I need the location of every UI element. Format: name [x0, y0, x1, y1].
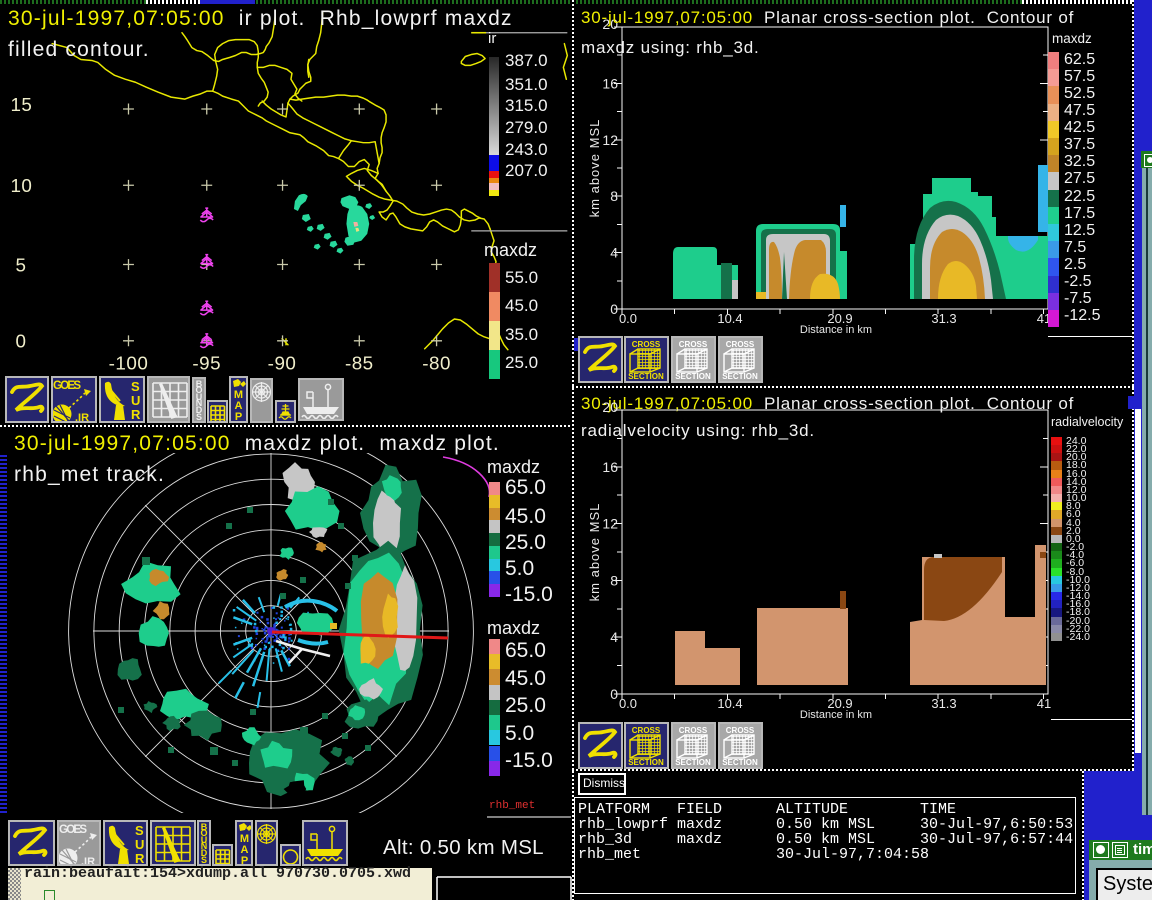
- svg-text:SECTION: SECTION: [722, 758, 758, 767]
- svg-text:R: R: [131, 407, 141, 421]
- svg-text:31.3: 31.3: [931, 696, 956, 711]
- svg-text:10: 10: [10, 175, 32, 196]
- svg-text:SECTION: SECTION: [722, 372, 758, 381]
- svg-text:P: P: [241, 855, 248, 864]
- svg-text:GOES: GOES: [59, 824, 87, 836]
- svg-text:CROSS: CROSS: [679, 340, 708, 349]
- svg-text:-100: -100: [109, 353, 149, 374]
- svg-text:-80: -80: [422, 353, 451, 374]
- svg-text:.IR: .IR: [75, 412, 89, 421]
- svg-text:16: 16: [602, 459, 618, 475]
- svg-text:-90: -90: [268, 353, 297, 374]
- svg-text:km above MSL: km above MSL: [587, 503, 602, 602]
- svg-text:S: S: [135, 823, 144, 838]
- svg-text:0: 0: [15, 331, 26, 352]
- svg-text:CROSS: CROSS: [679, 726, 708, 735]
- svg-text:4: 4: [610, 629, 618, 645]
- svg-text:0.0: 0.0: [619, 696, 637, 711]
- svg-text:0: 0: [610, 686, 618, 702]
- svg-text:10.4: 10.4: [717, 696, 742, 711]
- svg-text:S: S: [196, 412, 202, 421]
- svg-text:GOES: GOES: [53, 380, 81, 392]
- svg-text:15: 15: [10, 94, 32, 115]
- svg-text:CROSS: CROSS: [726, 340, 755, 349]
- svg-text:CROSS: CROSS: [632, 726, 661, 735]
- svg-text:CROSS: CROSS: [726, 726, 755, 735]
- svg-text:SECTION: SECTION: [628, 372, 664, 381]
- svg-text:-85: -85: [345, 353, 374, 374]
- svg-text:CROSS: CROSS: [632, 340, 661, 349]
- svg-text:SECTION: SECTION: [675, 758, 711, 767]
- svg-text:8: 8: [610, 572, 618, 588]
- svg-text:20: 20: [602, 399, 618, 415]
- svg-text:SECTION: SECTION: [675, 372, 711, 381]
- svg-text:5: 5: [15, 254, 26, 275]
- svg-text:U: U: [131, 393, 140, 408]
- svg-text:41: 41: [1037, 696, 1051, 711]
- svg-text:.IR: .IR: [81, 856, 95, 864]
- svg-text:U: U: [135, 837, 144, 852]
- svg-text:S: S: [131, 379, 140, 394]
- svg-text:12: 12: [602, 516, 618, 532]
- svg-text:-95: -95: [192, 353, 221, 374]
- svg-text:P: P: [235, 411, 242, 421]
- svg-text:Distance in km: Distance in km: [800, 709, 872, 721]
- svg-text:R: R: [135, 851, 145, 864]
- svg-text:S: S: [201, 855, 207, 864]
- svg-text:SECTION: SECTION: [628, 758, 664, 767]
